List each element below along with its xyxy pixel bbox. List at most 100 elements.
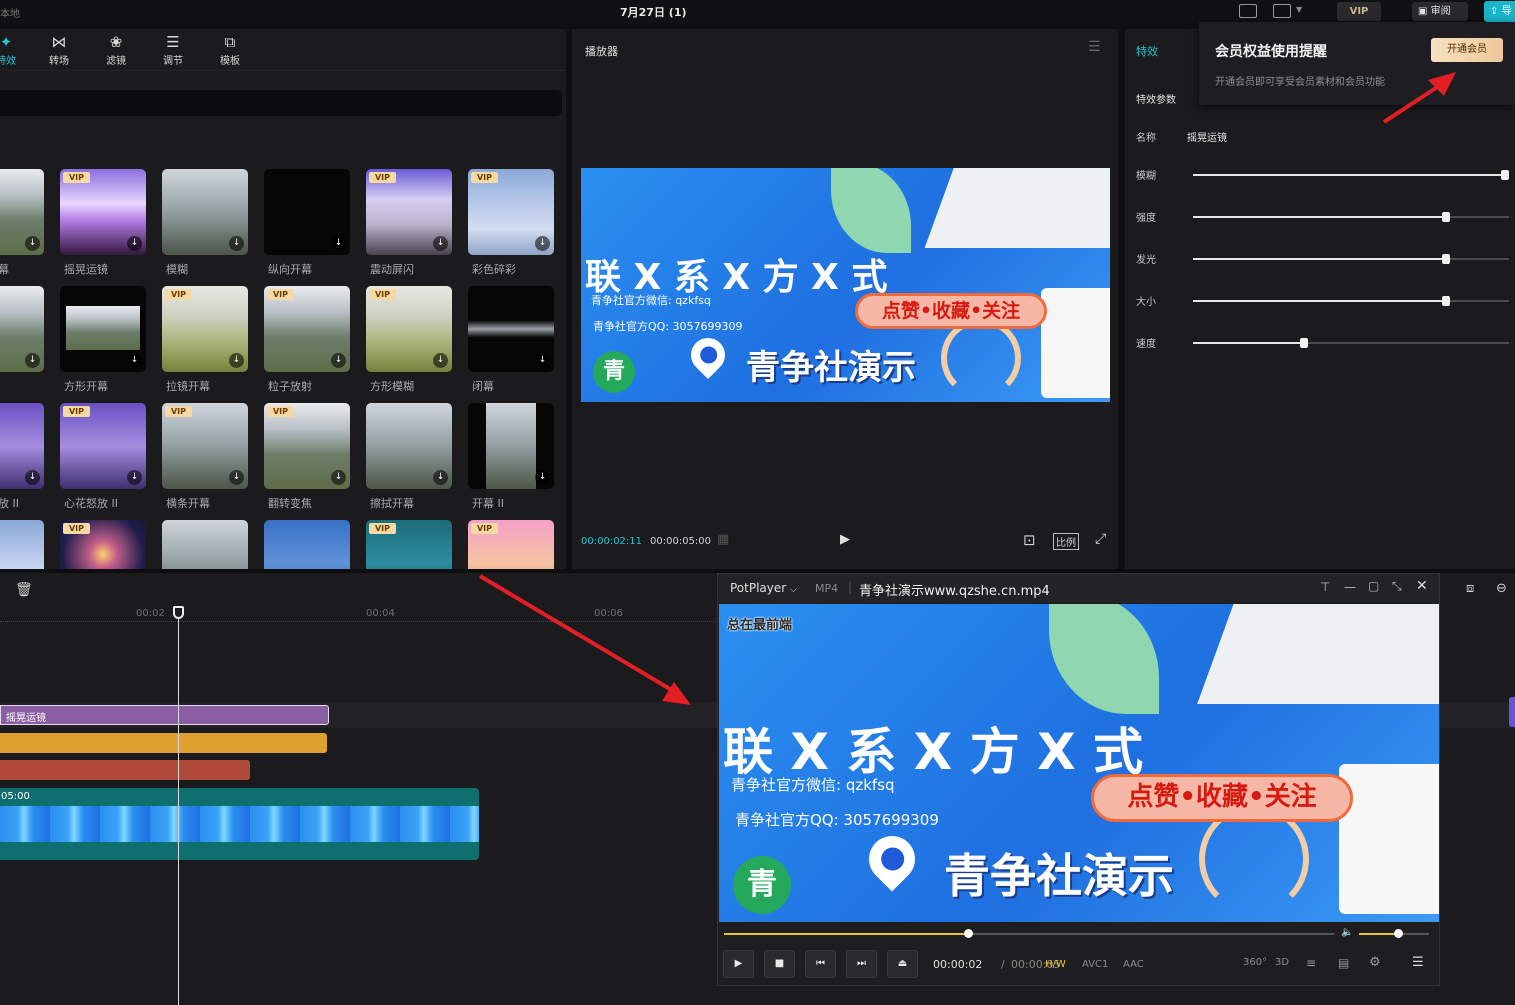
codec-tag[interactable]: AVC1 — [1082, 959, 1108, 970]
playhead[interactable] — [178, 613, 179, 1005]
next-button[interactable]: ⏭ — [846, 950, 877, 978]
open-vip-button[interactable]: 开通会员 — [1431, 38, 1503, 62]
download-icon[interactable]: ↓ — [25, 236, 40, 251]
effect-thumb[interactable]: ↓ — [468, 403, 554, 489]
previous-button[interactable]: ⏮ — [805, 950, 836, 978]
download-icon[interactable]: ↓ — [535, 236, 550, 251]
download-icon[interactable]: ↓ — [433, 353, 448, 368]
tab-filter[interactable]: ❀ 滤镜 — [96, 33, 136, 67]
preview-axis-icon[interactable]: ⧈ — [1466, 581, 1474, 596]
effect-thumb[interactable]: VIP ↓ — [162, 403, 248, 489]
slider-knob[interactable] — [1442, 296, 1450, 306]
effect-thumb[interactable]: ↓ — [60, 286, 146, 372]
tab-template[interactable]: ⧉ 模板 — [210, 33, 250, 67]
effect-thumb[interactable]: VIP ↓ — [366, 169, 452, 255]
download-icon[interactable]: ↓ — [331, 236, 346, 251]
effect-thumb[interactable] — [162, 520, 248, 569]
close-icon[interactable]: ✕ — [1416, 578, 1428, 594]
preview-video[interactable]: 联 X 系 X 方 X 式 青争社官方微信: qzkfsq 青争社官方QQ: 3… — [581, 168, 1110, 402]
tab-effect-params[interactable]: 特效 — [1136, 43, 1158, 59]
download-icon[interactable]: ↓ — [127, 353, 142, 368]
size-slider[interactable] — [1193, 296, 1509, 306]
download-icon[interactable]: ↓ — [331, 470, 346, 485]
search-input[interactable] — [0, 90, 562, 116]
effect-thumb[interactable]: ↓ — [162, 169, 248, 255]
playhead-handle[interactable] — [173, 606, 184, 619]
download-icon[interactable]: ↓ — [127, 236, 142, 251]
effect-thumb[interactable] — [264, 520, 350, 569]
delete-icon[interactable]: 🗑 — [15, 582, 33, 598]
minimize-icon[interactable]: — — [1344, 580, 1356, 594]
effect-thumb[interactable]: VIP ↓ — [264, 403, 350, 489]
download-icon[interactable]: ↓ — [535, 470, 550, 485]
effect-thumb[interactable]: VIP ↓ — [264, 286, 350, 372]
effect-thumb[interactable]: VIP ↓ — [60, 169, 146, 255]
effect-thumb[interactable]: ↓ — [0, 286, 44, 372]
text-clip[interactable] — [0, 760, 250, 780]
tab-adjust[interactable]: ☰ 调节 — [153, 33, 193, 67]
download-icon[interactable]: ↓ — [229, 236, 244, 251]
fullscreen-icon[interactable]: ⤢ — [1095, 531, 1106, 547]
ratio-button[interactable]: 比例 — [1053, 533, 1079, 550]
slider-knob[interactable] — [1501, 170, 1509, 180]
zoom-out-icon[interactable]: ⊖ — [1496, 581, 1507, 596]
video-clip[interactable]: 05:00 — [0, 788, 479, 860]
stop-button[interactable]: ■ — [764, 950, 795, 978]
effect-thumb[interactable]: VIP — [366, 520, 452, 569]
volume-knob[interactable] — [1394, 929, 1403, 938]
playlist-icon[interactable]: ▤ — [1338, 956, 1349, 970]
volume-slider[interactable] — [1359, 929, 1429, 938]
blur-slider[interactable] — [1193, 170, 1509, 180]
waveform-icon[interactable]: ▦ — [717, 532, 729, 547]
scroll-marker[interactable] — [1509, 697, 1515, 727]
menu-icon[interactable]: ☰ — [1412, 955, 1424, 970]
seek-bar[interactable] — [724, 929, 1334, 938]
download-icon[interactable]: ↓ — [433, 470, 448, 485]
effect-thumb[interactable]: ↓ — [468, 286, 554, 372]
screenshot-icon[interactable]: ⊡ — [1023, 531, 1036, 549]
effect-thumb[interactable]: VIP ↓ — [366, 286, 452, 372]
tab-effects[interactable]: ✦ 特效 — [0, 33, 26, 67]
slider-knob[interactable] — [1442, 212, 1450, 222]
tab-transition[interactable]: ⋈ 转场 — [39, 33, 79, 67]
export-button[interactable]: ⇪ 导 — [1484, 1, 1515, 22]
speed-slider[interactable] — [1193, 338, 1509, 348]
effect-thumb[interactable]: ↓ — [0, 169, 44, 255]
play-button[interactable]: ▶ — [723, 950, 754, 978]
volume-icon[interactable]: 🔈 — [1341, 927, 1353, 938]
maximize-icon[interactable]: ▢ — [1368, 579, 1379, 593]
shortcut-icon[interactable] — [1239, 4, 1257, 18]
download-icon[interactable]: ↓ — [331, 353, 346, 368]
equalizer-icon[interactable]: ≡ — [1306, 956, 1316, 970]
effect-thumb[interactable]: ↓ — [0, 403, 44, 489]
gear-icon[interactable]: ⚙ — [1369, 955, 1381, 970]
layout-icon[interactable] — [1273, 4, 1291, 18]
vip-button[interactable]: VIP — [1337, 2, 1381, 21]
hw-tag[interactable]: H/W — [1045, 959, 1066, 970]
effect-thumb[interactable]: VIP ↓ — [162, 286, 248, 372]
vr-360-button[interactable]: 360° — [1243, 957, 1267, 968]
intensity-slider[interactable] — [1193, 212, 1509, 222]
play-button[interactable]: ▶ — [840, 532, 850, 547]
menu-icon[interactable]: ☰ — [1088, 39, 1101, 55]
potplayer-video[interactable]: 联 X 系 X 方 X 式 青争社官方微信: qzkfsq 青争社官方QQ: 3… — [719, 604, 1439, 922]
eject-button[interactable]: ⏏ — [887, 950, 918, 978]
seek-knob[interactable] — [964, 929, 973, 938]
review-button[interactable]: ▣ 审阅 — [1412, 2, 1468, 21]
download-icon[interactable]: ↓ — [433, 236, 448, 251]
effect-thumb[interactable]: VIP ↓ — [60, 403, 146, 489]
effect-thumb[interactable]: VIP ↓ — [468, 169, 554, 255]
slider-knob[interactable] — [1300, 338, 1308, 348]
effect-thumb[interactable] — [0, 520, 44, 569]
download-icon[interactable]: ↓ — [229, 353, 244, 368]
download-icon[interactable]: ↓ — [25, 470, 40, 485]
download-icon[interactable]: ↓ — [127, 470, 142, 485]
audio-clip[interactable] — [0, 733, 327, 753]
effect-thumb[interactable]: VIP — [60, 520, 146, 569]
chevron-down-icon[interactable]: ▼ — [1296, 5, 1302, 14]
effect-clip[interactable]: 摇晃运镜 — [0, 705, 329, 725]
pin-icon[interactable]: ⊤ — [1320, 580, 1330, 594]
potplayer-menu[interactable]: PotPlayer ⌵ — [730, 581, 797, 595]
fullscreen-icon[interactable]: ⤡ — [1392, 579, 1402, 594]
slider-knob[interactable] — [1442, 254, 1450, 264]
